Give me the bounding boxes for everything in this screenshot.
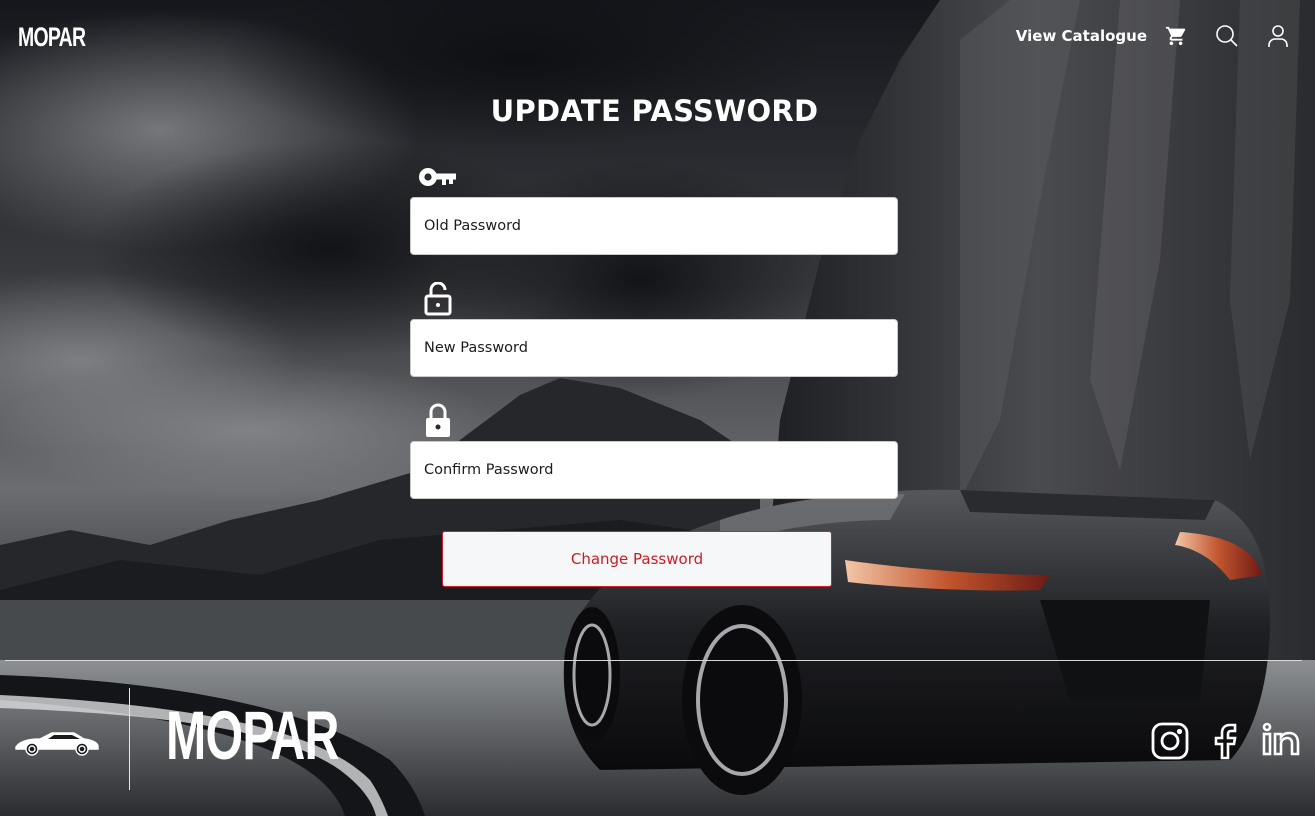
- view-catalogue-link[interactable]: View Catalogue: [1016, 27, 1147, 45]
- linkedin-icon[interactable]: [1262, 722, 1300, 756]
- footer-vertical-divider: [129, 688, 130, 790]
- old-password-field[interactable]: [410, 197, 898, 255]
- new-password-field[interactable]: [410, 319, 898, 377]
- confirm-password-input[interactable]: [424, 462, 884, 478]
- facebook-icon[interactable]: [1212, 722, 1240, 760]
- locked-padlock-icon: [424, 403, 452, 438]
- page-title: UPDATE PASSWORD: [490, 94, 819, 128]
- brand-logo[interactable]: MOPAR: [18, 22, 86, 53]
- unlocked-padlock-icon: [424, 282, 452, 316]
- car-icon: [14, 729, 100, 761]
- footer-logo: MOPAR: [166, 697, 339, 774]
- top-nav: View Catalogue: [1016, 20, 1291, 52]
- change-password-button[interactable]: Change Password: [442, 531, 832, 587]
- key-icon: [418, 166, 458, 188]
- user-icon[interactable]: [1265, 23, 1291, 49]
- old-password-input[interactable]: [424, 218, 884, 234]
- new-password-input[interactable]: [424, 340, 884, 356]
- footer-divider-line: [5, 660, 1302, 661]
- instagram-icon[interactable]: [1151, 722, 1189, 760]
- search-icon[interactable]: [1214, 23, 1240, 49]
- confirm-password-field[interactable]: [410, 441, 898, 499]
- cart-icon[interactable]: [1163, 23, 1189, 49]
